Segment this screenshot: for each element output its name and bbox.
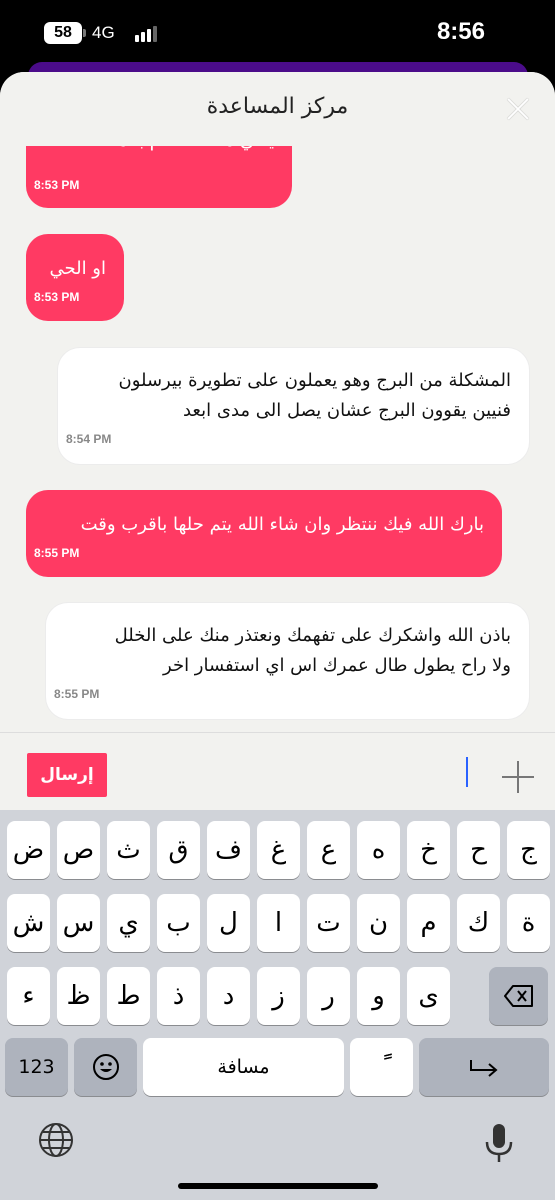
globe-icon[interactable] — [38, 1122, 74, 1158]
microphone-icon[interactable] — [484, 1122, 514, 1164]
diacritic-key[interactable]: ًً — [350, 1038, 413, 1096]
message-text: بارك الله فيك ننتظر وان شاء الله يتم حله… — [80, 514, 484, 535]
key[interactable]: ن — [357, 894, 400, 952]
emoji-icon — [92, 1054, 119, 1080]
message-text: او الحي — [49, 258, 106, 279]
key[interactable]: ر — [307, 967, 350, 1025]
key[interactable]: د — [207, 967, 250, 1025]
key[interactable]: ف — [207, 821, 250, 879]
message-list[interactable]: يعني مشكلة عام بالمنطقة 8:53 PM او الحي … — [0, 72, 555, 732]
key[interactable]: ك — [457, 894, 500, 952]
message-time: 8:55 PM — [34, 546, 80, 560]
key[interactable]: ث — [107, 821, 150, 879]
message-time: 8:55 PM — [54, 687, 100, 701]
return-key[interactable] — [419, 1038, 549, 1096]
message-time: 8:53 PM — [34, 290, 80, 304]
close-icon[interactable] — [507, 98, 529, 120]
network-type: 4G — [92, 23, 115, 42]
signal-icon — [135, 26, 157, 42]
message-text: باذن الله واشكرك على تفهمك ونعتذر منك عل… — [114, 625, 511, 676]
message-bubble: المشكلة من البرج وهو يعملون على تطويرة ب… — [58, 348, 529, 464]
help-center-sheet: يعني مشكلة عام بالمنطقة 8:53 PM او الحي … — [0, 72, 555, 810]
home-indicator — [178, 1183, 378, 1189]
status-bar: 58 4G 8:56 — [0, 0, 555, 62]
key[interactable]: ء — [7, 967, 50, 1025]
key[interactable]: ا — [257, 894, 300, 952]
message-input[interactable] — [466, 757, 468, 787]
numbers-key[interactable]: 123 — [5, 1038, 68, 1096]
key[interactable]: ط — [107, 967, 150, 1025]
key[interactable]: ص — [57, 821, 100, 879]
page-title: مركز المساعدة — [206, 94, 349, 119]
key[interactable]: ش — [7, 894, 50, 952]
key[interactable]: ت — [307, 894, 350, 952]
status-time: 8:56 — [436, 18, 485, 45]
key[interactable]: س — [57, 894, 100, 952]
backspace-icon — [503, 985, 533, 1007]
key[interactable]: ه — [357, 821, 400, 879]
message-time: 8:54 PM — [66, 432, 112, 446]
add-attachment-icon[interactable] — [502, 761, 534, 793]
key[interactable]: ق — [157, 821, 200, 879]
key[interactable]: ظ — [57, 967, 100, 1025]
message-bubble: باذن الله واشكرك على تفهمك ونعتذر منك عل… — [46, 603, 529, 719]
space-key[interactable]: مسافة — [143, 1038, 344, 1096]
message-bubble: بارك الله فيك ننتظر وان شاء الله يتم حله… — [26, 490, 502, 577]
key[interactable]: ع — [307, 821, 350, 879]
keyboard: ضصثقفغعهخحج شسيبلاتنمكة ءظطذدزروى 123 مس… — [0, 810, 555, 1200]
message-composer: إرسال — [0, 732, 555, 810]
key[interactable]: ض — [7, 821, 50, 879]
key[interactable]: ذ — [157, 967, 200, 1025]
key[interactable]: ب — [157, 894, 200, 952]
delete-key[interactable] — [489, 967, 548, 1025]
send-button[interactable]: إرسال — [27, 753, 107, 797]
message-time: 8:53 PM — [34, 178, 80, 192]
key[interactable]: ة — [507, 894, 550, 952]
key[interactable]: ل — [207, 894, 250, 952]
sheet-header: مركز المساعدة — [0, 72, 555, 146]
key[interactable]: ي — [107, 894, 150, 952]
key[interactable]: ى — [407, 967, 450, 1025]
key[interactable]: ح — [457, 821, 500, 879]
message-text: المشكلة من البرج وهو يعملون على تطويرة ب… — [118, 370, 511, 421]
key[interactable]: غ — [257, 821, 300, 879]
return-icon — [470, 1060, 498, 1077]
key[interactable]: م — [407, 894, 450, 952]
key[interactable]: و — [357, 967, 400, 1025]
key[interactable]: ج — [507, 821, 550, 879]
battery-indicator: 58 — [44, 22, 86, 44]
emoji-key[interactable] — [74, 1038, 137, 1096]
key[interactable]: خ — [407, 821, 450, 879]
key[interactable]: ز — [257, 967, 300, 1025]
message-bubble: او الحي 8:53 PM — [26, 234, 124, 321]
